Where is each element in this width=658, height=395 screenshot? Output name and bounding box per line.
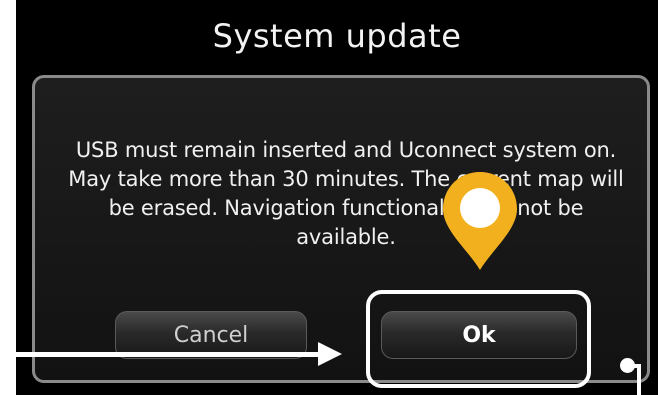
dialog-title: System update [212, 17, 462, 55]
location-pin-icon [443, 172, 517, 270]
arrow-right-icon [318, 342, 342, 366]
dialog-message: USB must remain inserted and Uconnect sy… [68, 138, 624, 249]
arrow-line [0, 352, 322, 357]
ok-button-highlight [366, 290, 591, 388]
corner-line [637, 364, 641, 395]
